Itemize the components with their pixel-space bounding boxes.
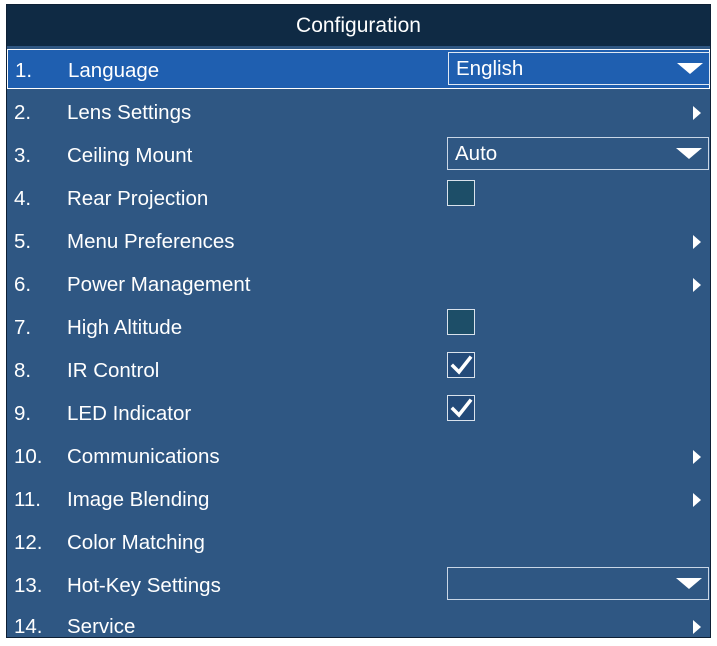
submenu-arrow-icon[interactable]: [693, 450, 701, 464]
caret-down-icon: [677, 63, 703, 74]
menu-item-label: Image Blending: [67, 488, 210, 511]
menu-item-number: 1.: [15, 59, 33, 82]
hot-key-settings-dropdown[interactable]: [447, 567, 709, 600]
led-indicator-checkbox[interactable]: [447, 395, 475, 421]
menu-item-number: 11.: [14, 488, 41, 511]
menu-item-label: High Altitude: [67, 316, 183, 339]
dropdown-value: English: [456, 57, 524, 80]
menu-item-menu-preferences[interactable]: 5. Menu Preferences: [7, 221, 710, 261]
menu-item-number: 2.: [14, 101, 32, 124]
caret-down-icon: [676, 148, 702, 159]
menu-item-label: Power Management: [67, 273, 251, 296]
menu-item-label: Communications: [67, 445, 220, 468]
configuration-menu: Configuration 1. Language English 2. Lens Se…: [6, 4, 711, 638]
menu-item-label: Color Matching: [67, 531, 205, 554]
submenu-arrow-icon[interactable]: [693, 106, 701, 120]
menu-item-label: LED Indicator: [67, 402, 192, 425]
menu-item-number: 4.: [14, 187, 32, 210]
menu-item-hot-key-settings[interactable]: 13. Hot-Key Settings: [7, 565, 710, 605]
menu-item-language[interactable]: 1. Language English: [7, 49, 710, 89]
menu-item-high-altitude[interactable]: 7. High Altitude: [7, 307, 710, 347]
menu-item-number: 8.: [14, 359, 32, 382]
menu-item-number: 7.: [14, 316, 32, 339]
menu-item-number: 9.: [14, 402, 32, 425]
ceiling-mount-dropdown[interactable]: Auto: [447, 137, 709, 170]
submenu-arrow-icon[interactable]: [693, 278, 701, 292]
ir-control-checkbox[interactable]: [447, 352, 475, 378]
menu-title: Configuration: [7, 5, 710, 46]
menu-item-label: Lens Settings: [67, 101, 192, 124]
menu-item-power-management[interactable]: 6. Power Management: [7, 264, 710, 304]
menu-item-label: IR Control: [67, 359, 160, 382]
menu-item-label: Rear Projection: [67, 187, 209, 210]
menu-item-number: 10.: [14, 445, 43, 468]
menu-item-number: 5.: [14, 230, 32, 253]
language-dropdown[interactable]: English: [448, 52, 710, 85]
submenu-arrow-icon[interactable]: [693, 493, 701, 507]
high-altitude-checkbox[interactable]: [447, 309, 475, 335]
menu-item-number: 6.: [14, 273, 32, 296]
menu-item-label: Menu Preferences: [67, 230, 235, 253]
checkmark-icon: [450, 355, 473, 375]
menu-item-ir-control[interactable]: 8. IR Control: [7, 350, 710, 390]
menu-item-label: Ceiling Mount: [67, 144, 193, 167]
menu-item-number: 14.: [14, 615, 43, 638]
dropdown-value: Auto: [455, 142, 498, 165]
caret-down-icon: [676, 578, 702, 589]
menu-item-communications[interactable]: 10. Communications: [7, 436, 710, 476]
menu-item-ceiling-mount[interactable]: 3. Ceiling Mount Auto: [7, 135, 710, 175]
menu-item-rear-projection[interactable]: 4. Rear Projection: [7, 178, 710, 218]
menu-item-label: Hot-Key Settings: [67, 574, 221, 597]
menu-item-label: Service: [67, 615, 136, 638]
menu-item-color-matching[interactable]: 12. Color Matching: [7, 522, 710, 562]
submenu-arrow-icon[interactable]: [693, 620, 701, 634]
menu-item-lens-settings[interactable]: 2. Lens Settings: [7, 92, 710, 132]
menu-item-led-indicator[interactable]: 9. LED Indicator: [7, 393, 710, 433]
menu-item-label: Language: [68, 59, 160, 82]
checkmark-icon: [450, 398, 473, 418]
menu-item-number: 12.: [14, 531, 43, 554]
submenu-arrow-icon[interactable]: [693, 235, 701, 249]
menu-item-image-blending[interactable]: 11. Image Blending: [7, 479, 710, 519]
menu-item-service[interactable]: 14. Service: [7, 606, 710, 646]
menu-item-number: 13.: [14, 574, 43, 597]
menu-item-number: 3.: [14, 144, 32, 167]
rear-projection-checkbox[interactable]: [447, 180, 475, 206]
